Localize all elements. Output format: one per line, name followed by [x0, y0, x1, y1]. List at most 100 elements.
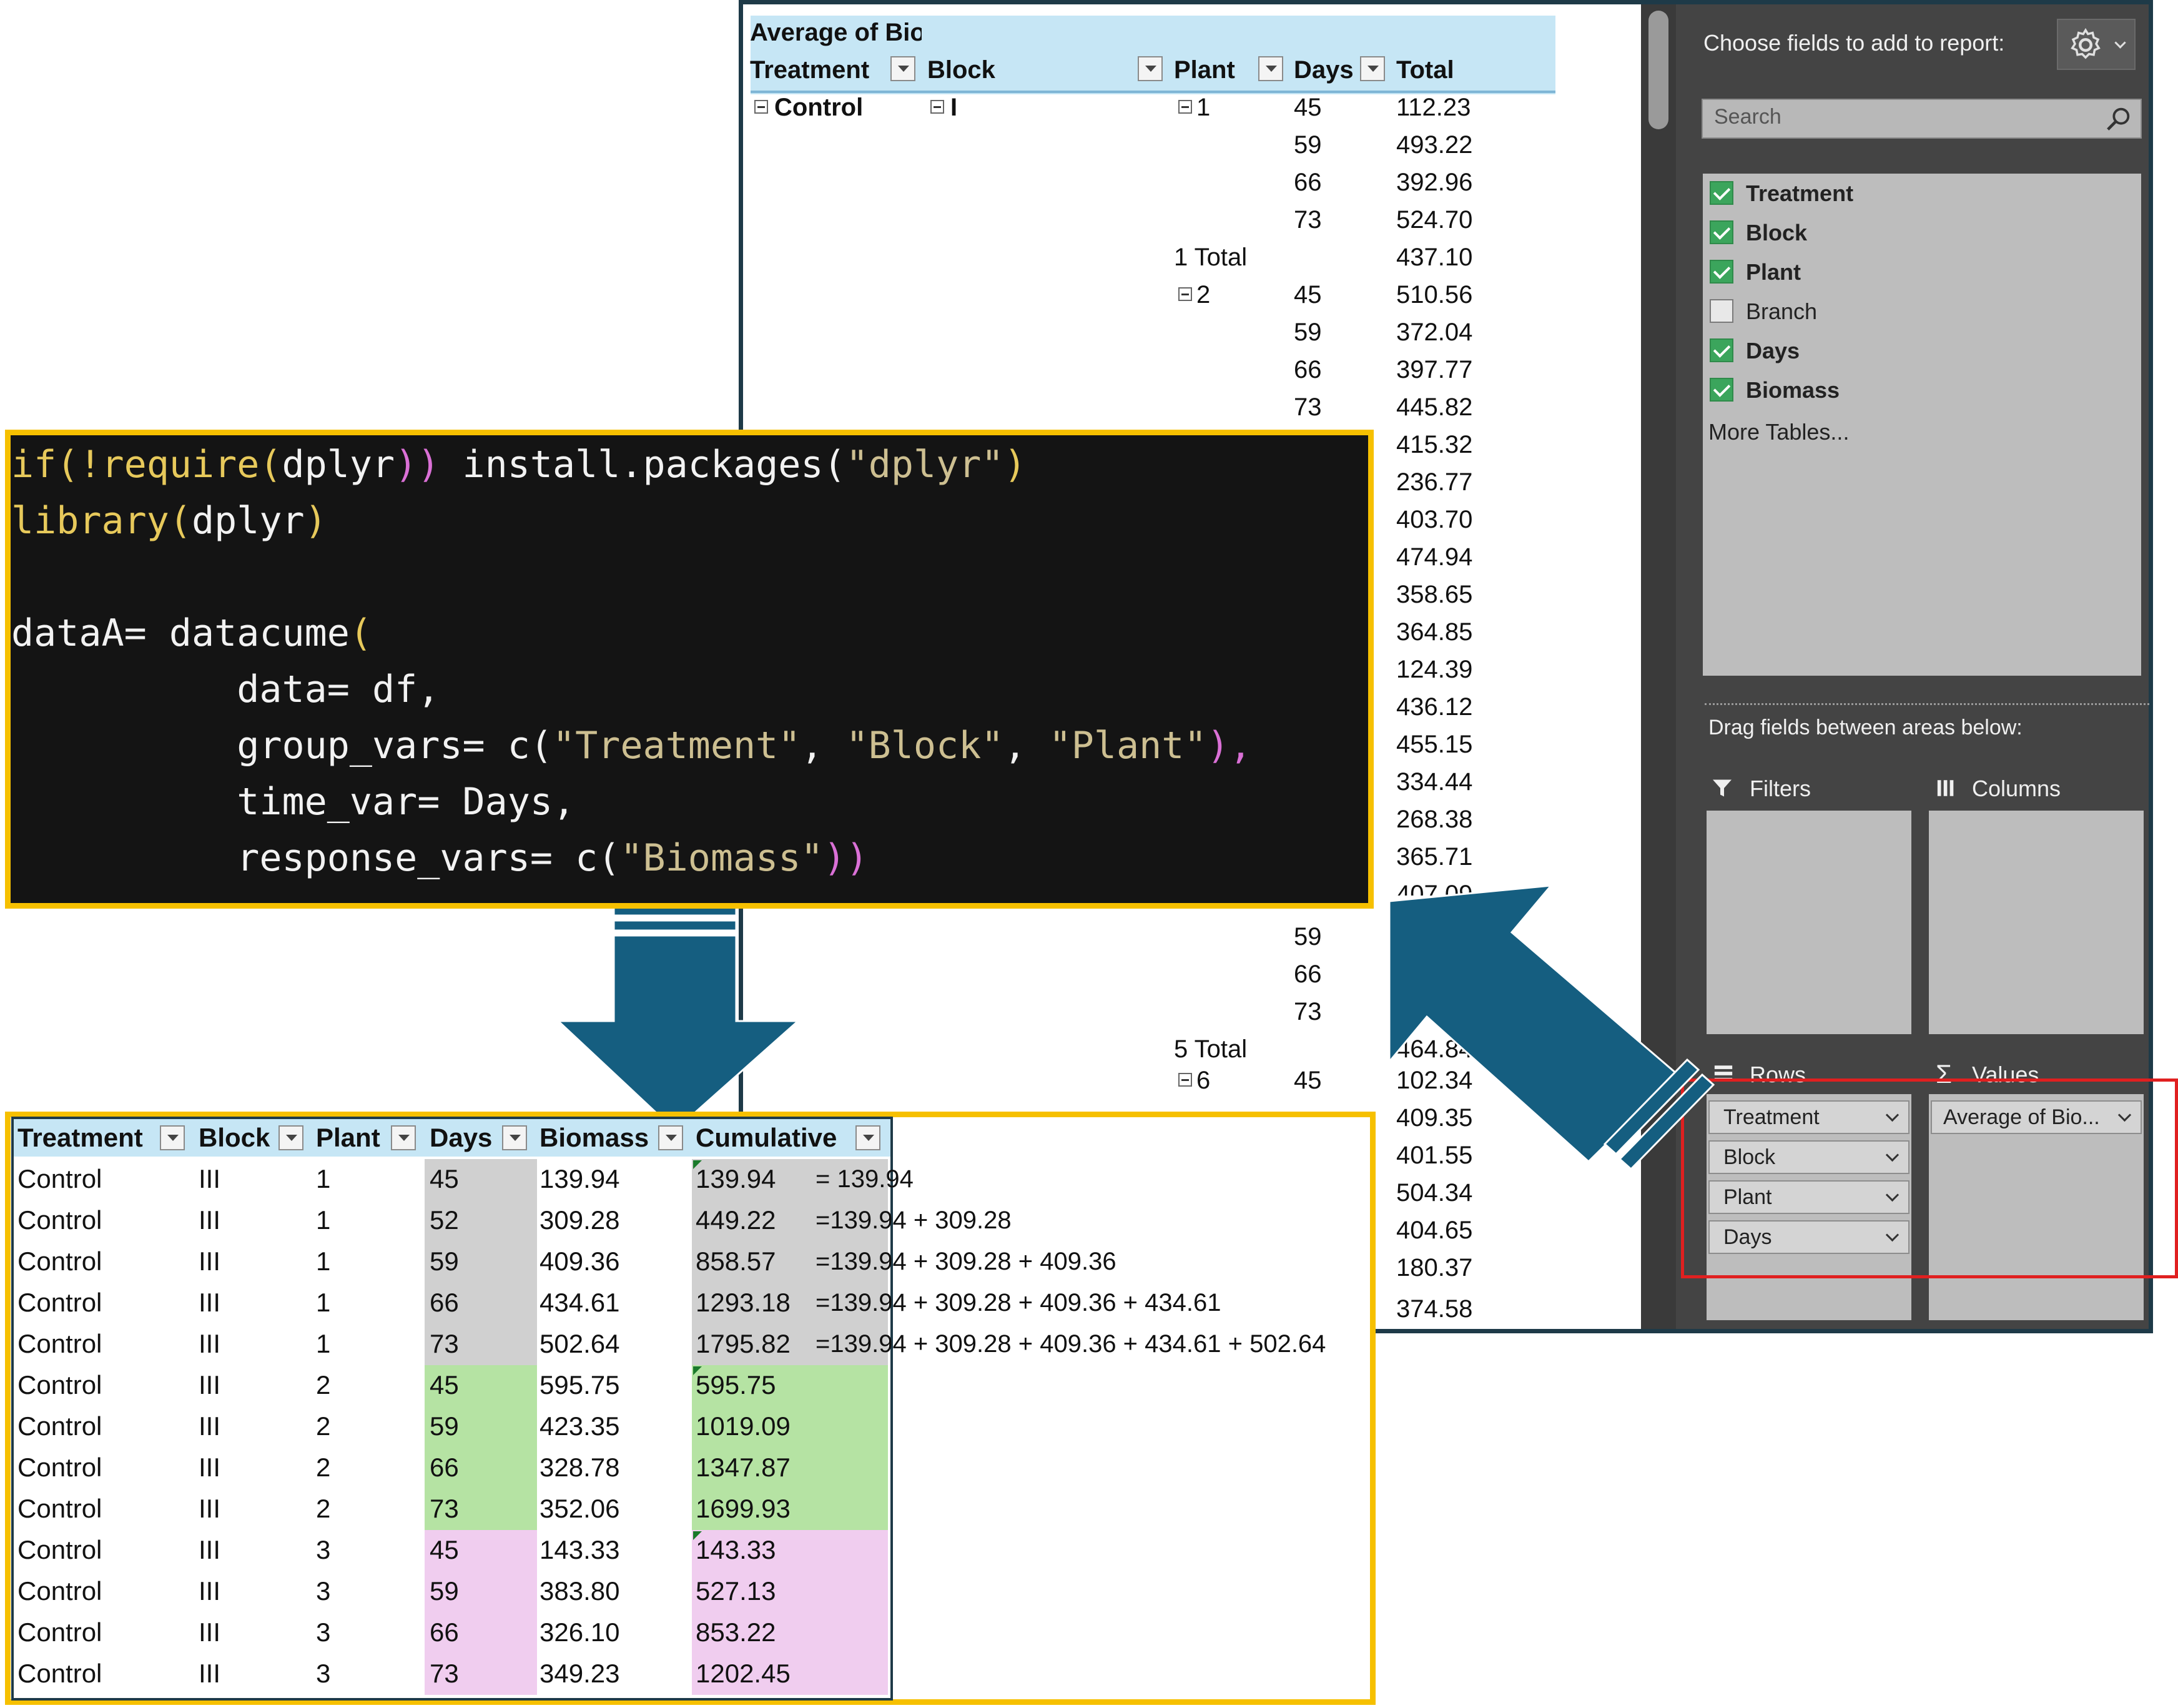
cumulative-cell: 858.57 [696, 1246, 776, 1276]
cumulative-cell: 139.94 [696, 1164, 776, 1193]
collapse-plant-2-icon[interactable] [1178, 287, 1192, 301]
pivot-days-cell: 66 [1294, 169, 1322, 196]
code-token: , [801, 724, 846, 768]
treatment-cell: Control [17, 1453, 102, 1482]
field-checkbox-branch[interactable] [1710, 299, 1733, 323]
filters-drop-area[interactable] [1707, 811, 1911, 1034]
pivot-total-cell: 334.44 [1396, 768, 1473, 796]
field-checkbox-biomass[interactable] [1710, 378, 1733, 402]
columns-drop-area[interactable] [1929, 811, 2144, 1034]
search-placeholder: Search [1714, 105, 1781, 129]
pivot-header-total: Total [1396, 56, 1454, 84]
code-token: ) [304, 499, 327, 543]
pivot-days-cell: 59 [1294, 318, 1322, 346]
panel-scrollbar-thumb[interactable] [1648, 11, 1668, 129]
block-filter-dropdown[interactable] [1138, 56, 1163, 81]
code-token: "Block" [845, 724, 1004, 768]
code-token: ) [1003, 443, 1027, 486]
field-checkbox-days[interactable] [1710, 338, 1733, 362]
code-token: install.packages( [440, 443, 846, 486]
code-token: dplyr [282, 443, 395, 486]
pivot-total-cell: 409.35 [1396, 1104, 1473, 1132]
columns-area-label: Columns [1972, 776, 2061, 801]
biomass-cell: 326.10 [540, 1617, 620, 1647]
biomass-column-filter[interactable] [658, 1125, 683, 1150]
collapse-plant-6-icon[interactable] [1178, 1073, 1192, 1087]
code-line-6: group_vars= c("Treatment", "Block", "Pla… [11, 721, 1252, 771]
treatment-cell: Control [17, 1535, 102, 1564]
biomass-cell: 409.36 [540, 1246, 620, 1276]
pivot-total-cell: 358.65 [1396, 581, 1473, 608]
plant-cell: 1 [316, 1205, 331, 1235]
panel-scrollbar-track[interactable] [1641, 4, 1676, 1329]
code-token: group_vars= c( [11, 724, 553, 768]
plant-cell: 1 [316, 1164, 331, 1193]
field-search-box[interactable]: Search [1702, 99, 2142, 139]
cumulative-cell: 143.33 [696, 1535, 776, 1564]
pivot-header-days: Days [1294, 56, 1354, 84]
code-line-7: time_var= Days, [11, 780, 576, 824]
days-column-filter[interactable] [502, 1125, 527, 1150]
pivot-total-cell: 372.04 [1396, 318, 1473, 346]
block-cell: III [199, 1205, 221, 1235]
field-checkbox-treatment[interactable] [1710, 181, 1733, 205]
settings-button[interactable] [2057, 19, 2136, 70]
pivot-total-cell: 445.82 [1396, 393, 1473, 421]
pivot-block-label: I [950, 94, 958, 121]
pivot-total-cell: 268.38 [1396, 806, 1473, 833]
block-cell: III [199, 1659, 221, 1688]
code-token: "Treatment" [552, 724, 801, 768]
cumulative-column-filter[interactable] [855, 1125, 880, 1150]
days-cell: 66 [430, 1617, 459, 1647]
days-cell: 73 [430, 1329, 459, 1358]
cumulative-cell: 449.22 [696, 1205, 776, 1235]
pivot-days-cell: 73 [1294, 393, 1322, 421]
pivot-total-cell: 392.96 [1396, 169, 1473, 196]
field-label-block: Block [1746, 220, 1808, 245]
field-checkbox-plant[interactable] [1710, 260, 1733, 284]
pivot-days-cell: 66 [1294, 356, 1322, 383]
days-cell: 66 [430, 1453, 459, 1482]
block-column-filter[interactable] [278, 1125, 303, 1150]
field-checkbox-block[interactable] [1710, 220, 1733, 244]
days-filter-dropdown[interactable] [1360, 56, 1385, 81]
panel-divider [1705, 703, 2149, 705]
treatment-cell: Control [17, 1288, 102, 1317]
treatment-cell: Control [17, 1659, 102, 1688]
code-token: "dplyr" [845, 443, 1004, 486]
code-token: response_vars= c( [11, 836, 621, 880]
pivot-total-cell: 374.58 [1396, 1295, 1473, 1323]
pivot-total-cell: 493.22 [1396, 131, 1473, 159]
pivot-days-cell: 66 [1294, 960, 1322, 988]
biomass-cell: 595.75 [540, 1370, 620, 1399]
pivot-plant-5-total: 5 Total [1174, 1035, 1248, 1063]
more-tables-link[interactable]: More Tables... [1708, 418, 1849, 446]
treatment-filter-dropdown[interactable] [890, 56, 915, 81]
pivot-title: Average of Biomass [750, 19, 922, 46]
chevron-down-icon [2114, 37, 2126, 49]
block-cell: III [199, 1164, 221, 1193]
collapse-block-icon[interactable] [930, 100, 944, 114]
biomass-cell: 383.80 [540, 1576, 620, 1606]
plant-column-filter[interactable] [391, 1125, 416, 1150]
plant-filter-dropdown[interactable] [1258, 56, 1283, 81]
code-token: dplyr [191, 499, 305, 543]
pivot-days-cell: 59 [1294, 923, 1322, 950]
days-cell: 59 [430, 1411, 459, 1441]
treatment-column-filter[interactable] [160, 1125, 185, 1150]
result-header-plant: Plant [316, 1123, 380, 1152]
plant-cell: 2 [316, 1494, 331, 1523]
pivot-header-treatment: Treatment [750, 56, 870, 84]
block-cell: III [199, 1411, 221, 1441]
code-token: "Biomass" [620, 836, 824, 880]
search-icon [2107, 107, 2130, 131]
treatment-cell: Control [17, 1370, 102, 1399]
days-cell: 45 [430, 1164, 459, 1193]
collapse-plant-1-icon[interactable] [1178, 100, 1192, 114]
pivot-total-cell: 404.65 [1396, 1217, 1473, 1244]
cumulative-cell: 595.75 [696, 1370, 776, 1399]
collapse-control-icon[interactable] [754, 100, 768, 114]
block-cell: III [199, 1576, 221, 1606]
pivot-treatment-control: Control [774, 94, 864, 121]
days-cell: 45 [430, 1535, 459, 1564]
